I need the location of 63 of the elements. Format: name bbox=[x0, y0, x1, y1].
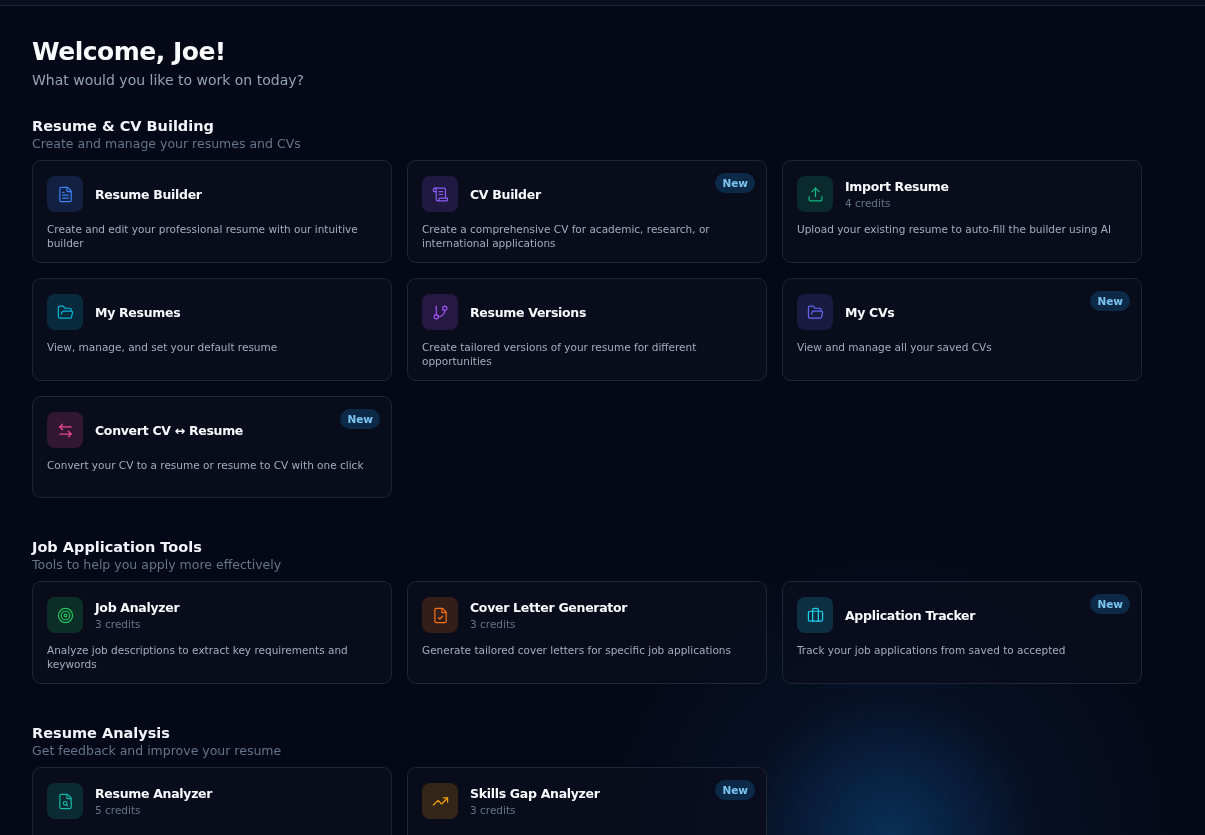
card-description: Track your job applications from saved to accepted bbox=[797, 643, 1067, 657]
credits-label: 5 credits bbox=[95, 804, 142, 816]
new-badge: New bbox=[340, 409, 380, 429]
arrows-icon bbox=[56, 421, 74, 439]
welcome-subtitle: What would you like to work on today? bbox=[32, 71, 305, 89]
card-description: Analyze job descriptions to extract key requirements and keywords bbox=[47, 643, 349, 671]
tool-card[interactable]: Convert CV ↔ Resume New Convert your CV to a resume or resume to CV with one click bbox=[32, 396, 392, 498]
tool-card[interactable]: Resume Builder Create and edit your professional resume with our intuitive builder bbox=[32, 160, 392, 263]
card-title: Application Tracker bbox=[845, 607, 976, 623]
tool-card[interactable]: Application Tracker New Track your job applications from saved to accepted bbox=[782, 581, 1142, 684]
tool-card[interactable]: CV Builder New Create a comprehensive CV for academic, research, or international applications bbox=[407, 160, 767, 263]
tool-card[interactable]: My Resumes View, manage, and set your default resume bbox=[32, 278, 392, 381]
card-title: My CVs bbox=[845, 304, 895, 320]
target-icon bbox=[56, 606, 74, 624]
card-description: Generate tailored cover letters for specific job applications bbox=[422, 643, 732, 657]
file-check-icon bbox=[431, 606, 449, 624]
tool-card[interactable]: Cover Letter Generator 3 credits Generate tailored cover letters for specific job applications bbox=[407, 581, 767, 684]
tool-card[interactable]: Skills Gap Analyzer 3 credits New bbox=[407, 767, 767, 835]
tool-card[interactable]: Job Analyzer 3 credits Analyze job descriptions to extract key requirements and keywords bbox=[32, 581, 392, 684]
card-title: CV Builder bbox=[470, 186, 541, 202]
card-title: Resume Analyzer bbox=[95, 786, 213, 801]
folder-icon bbox=[56, 303, 74, 321]
card-title: Resume Builder bbox=[95, 186, 202, 202]
section-subtitle: Get feedback and improve your resume bbox=[32, 743, 283, 759]
card-title: My Resumes bbox=[95, 304, 181, 320]
file-search-icon bbox=[56, 792, 74, 810]
section-title: Job Application Tools bbox=[32, 538, 203, 557]
welcome-title: Welcome, Joe! bbox=[32, 37, 227, 67]
credits-label: 4 credits bbox=[845, 197, 892, 209]
branch-icon bbox=[431, 303, 449, 321]
section-title: Resume Analysis bbox=[32, 724, 171, 743]
section-title: Resume & CV Building bbox=[32, 117, 215, 136]
card-description: Create a comprehensive CV for academic, research, or international applications bbox=[422, 222, 711, 250]
new-badge: New bbox=[1090, 291, 1130, 311]
card-title: Resume Versions bbox=[470, 304, 587, 320]
card-title: Skills Gap Analyzer bbox=[470, 786, 600, 801]
new-badge: New bbox=[715, 173, 755, 193]
tool-card[interactable]: Resume Analyzer 5 credits bbox=[32, 767, 392, 835]
card-title: Cover Letter Generator bbox=[470, 600, 628, 615]
section-subtitle: Create and manage your resumes and CVs bbox=[32, 136, 302, 152]
new-badge: New bbox=[715, 780, 755, 800]
scroll-icon bbox=[431, 185, 449, 203]
card-description: Convert your CV to a resume or resume to CV with one click bbox=[47, 458, 365, 472]
card-description: View and manage all your saved CVs bbox=[797, 340, 993, 354]
tool-card[interactable]: Resume Versions Create tailored versions of your resume for different opportunities bbox=[407, 278, 767, 381]
briefcase-icon bbox=[806, 606, 824, 624]
card-title: Import Resume bbox=[845, 179, 949, 194]
tool-card[interactable]: My CVs New View and manage all your saved CVs bbox=[782, 278, 1142, 381]
section-subtitle: Tools to help you apply more effectively bbox=[32, 557, 283, 573]
card-title: Convert CV ↔ Resume bbox=[95, 422, 244, 438]
credits-label: 3 credits bbox=[470, 618, 517, 630]
new-badge: New bbox=[1090, 594, 1130, 614]
card-description: Upload your existing resume to auto-fill the builder using AI bbox=[797, 222, 1113, 236]
credits-label: 3 credits bbox=[95, 618, 142, 630]
credits-label: 3 credits bbox=[470, 804, 517, 816]
card-title: Job Analyzer bbox=[95, 600, 180, 615]
upload-icon bbox=[806, 185, 824, 203]
card-description: Create and edit your professional resume with our intuitive builder bbox=[47, 222, 359, 250]
document-icon bbox=[56, 185, 74, 203]
folder-icon bbox=[806, 303, 824, 321]
card-description: View, manage, and set your default resume bbox=[47, 340, 279, 354]
card-description: Create tailored versions of your resume for different opportunities bbox=[422, 340, 698, 368]
tool-card[interactable]: Import Resume 4 credits Upload your existing resume to auto-fill the builder using AI bbox=[782, 160, 1142, 263]
